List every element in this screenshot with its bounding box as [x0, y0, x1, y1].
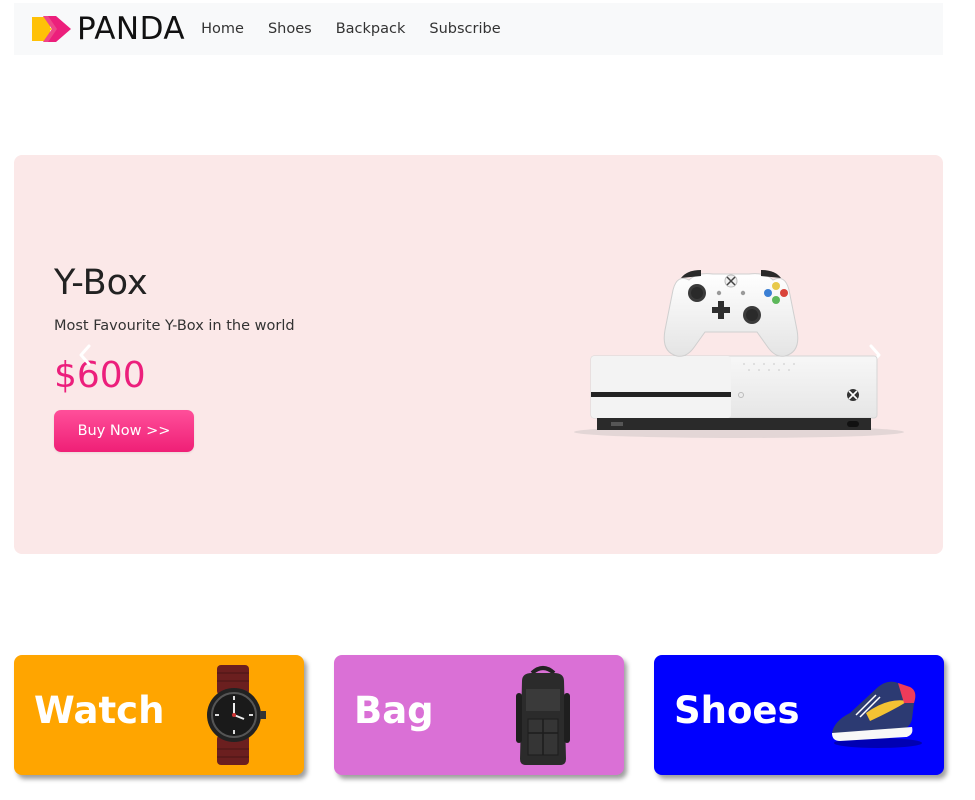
- brand-name: PANDA: [77, 10, 186, 47]
- hero-carousel: Y-Box Most Favourite Y-Box in the world …: [14, 155, 943, 554]
- sneaker-image: [832, 681, 922, 748]
- navbar: PANDA Home Shoes Backpack Subscribe: [14, 3, 943, 55]
- game-console-image: [574, 270, 904, 438]
- category-label-bag: Bag: [354, 689, 434, 732]
- buy-now-button[interactable]: Buy Now >>: [54, 410, 194, 452]
- category-card-watch[interactable]: Watch: [14, 655, 304, 775]
- chevron-left-icon: [79, 344, 91, 366]
- nav-link-shoes[interactable]: Shoes: [268, 21, 312, 37]
- wristwatch-image: [207, 665, 266, 765]
- category-card-shoes[interactable]: Shoes: [654, 655, 944, 775]
- brand[interactable]: PANDA: [30, 10, 186, 47]
- hero-price: $600: [54, 355, 146, 396]
- category-card-bag[interactable]: Bag: [334, 655, 624, 775]
- panda-logo-icon: [32, 16, 71, 42]
- category-label-shoes: Shoes: [674, 689, 800, 732]
- backpack-image: [516, 666, 570, 765]
- hero-subtitle: Most Favourite Y-Box in the world: [54, 318, 295, 334]
- hero-title: Y-Box: [54, 263, 148, 303]
- carousel-prev-button[interactable]: [74, 340, 96, 370]
- nav-link-home[interactable]: Home: [201, 21, 244, 37]
- category-label-watch: Watch: [34, 689, 165, 732]
- nav-links: Home Shoes Backpack Subscribe: [201, 21, 518, 37]
- nav-link-subscribe[interactable]: Subscribe: [429, 21, 500, 37]
- nav-link-backpack[interactable]: Backpack: [336, 21, 406, 37]
